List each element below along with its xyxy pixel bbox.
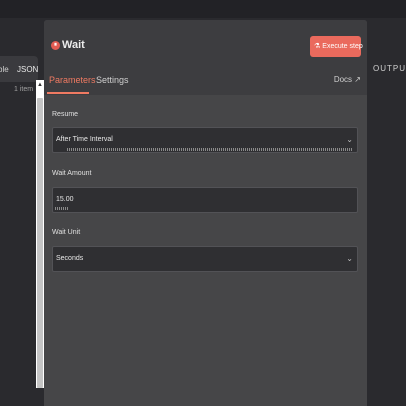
wait-amount-label: Wait Amount [52,170,92,177]
mode-table-option[interactable]: ble [0,65,9,74]
chevron-down-icon: ⌄ [346,254,353,263]
wait-unit-label: Wait Unit [52,229,81,236]
scroll-up-arrow-icon[interactable]: ▲ [37,82,43,88]
resume-select[interactable]: After Time Interval ⌄ [52,127,358,153]
tab-settings[interactable]: Settings [96,75,129,85]
wait-node-icon: ⏸ [51,41,60,50]
node-dialog: ⏸ Wait ⚗ Execute step Parameters Settings… [44,20,367,406]
wait-amount-input[interactable]: 15.00 [52,187,358,213]
scrollbar-thumb[interactable] [37,98,43,388]
execute-step-label: Execute step [322,43,363,50]
tab-parameters[interactable]: Parameters [49,75,96,85]
docs-label: Docs [333,75,353,84]
resume-label: Resume [52,111,79,118]
execute-step-button[interactable]: ⚗ Execute step [310,36,363,57]
active-tab-indicator [47,92,89,94]
dialog-header: ⏸ Wait ⚗ Execute step [44,20,367,70]
node-title[interactable]: Wait [62,39,85,51]
wait-unit-select[interactable]: Seconds ⌄ [52,246,358,272]
external-link-icon: ↗ [354,75,361,84]
input-cursor-marker [55,207,69,210]
docs-link[interactable]: Docs ↗ [334,75,361,84]
focus-outline [67,148,353,151]
dialog-tabs: Parameters Settings Docs ↗ [44,70,367,95]
wait-unit-value: Seconds [56,255,84,262]
top-bar [0,0,406,18]
output-panel-title: OUTPUT [373,64,406,73]
display-mode-toggle: ble JSON [0,56,38,82]
resume-value: After Time Interval [56,136,113,143]
mode-json-option[interactable]: JSON [17,65,38,74]
item-count: 1 item [14,86,34,93]
wait-amount-value: 15.00 [56,196,74,203]
flask-icon: ⚗ [314,43,321,50]
